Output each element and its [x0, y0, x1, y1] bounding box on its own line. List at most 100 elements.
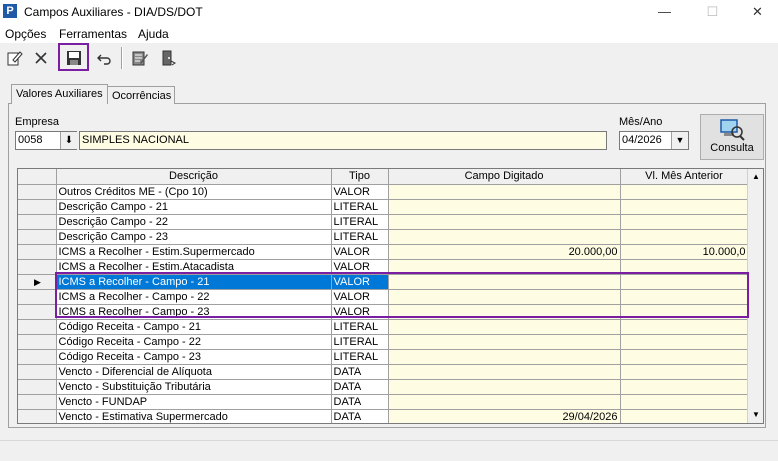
exit-icon[interactable]: [157, 47, 179, 69]
row-indicator: ▶: [18, 274, 57, 290]
cell-campo-digitado[interactable]: [388, 184, 621, 200]
tab-valores-auxiliares[interactable]: Valores Auxiliares: [11, 84, 108, 104]
table-row[interactable]: Vencto - Substituição Tributária DATA: [18, 379, 749, 395]
table-row[interactable]: Vencto - Estimativa Supermercado DATA 29/0…: [18, 409, 749, 423]
cell-campo-digitado[interactable]: 29/04/2026: [388, 409, 621, 423]
table-row[interactable]: Vencto - FUNDAP DATA: [18, 394, 749, 410]
cell-descricao[interactable]: Código Receita - Campo - 23: [56, 349, 332, 365]
cell-campo-digitado[interactable]: [388, 364, 621, 380]
computer-search-icon: [720, 119, 745, 141]
cell-tipo[interactable]: DATA: [331, 394, 389, 410]
table-row[interactable]: Código Receita - Campo - 23 LITERAL: [18, 349, 749, 365]
menu-ajuda[interactable]: Ajuda: [138, 27, 169, 41]
cell-tipo[interactable]: DATA: [331, 364, 389, 380]
cell-descricao[interactable]: Outros Créditos ME - (Cpo 10): [56, 184, 332, 200]
cell-descricao[interactable]: Vencto - FUNDAP: [56, 394, 332, 410]
cell-vl-mes-anterior[interactable]: [620, 229, 749, 245]
cell-tipo[interactable]: LITERAL: [331, 199, 389, 215]
menu-opcoes[interactable]: Opções: [5, 27, 46, 41]
cell-tipo[interactable]: LITERAL: [331, 229, 389, 245]
cell-tipo[interactable]: VALOR: [331, 184, 389, 200]
cell-campo-digitado[interactable]: [388, 229, 621, 245]
consulta-label: Consulta: [710, 142, 754, 154]
cell-vl-mes-anterior[interactable]: [620, 199, 749, 215]
cell-descricao[interactable]: Vencto - Substituição Tributária: [56, 379, 332, 395]
cell-vl-mes-anterior[interactable]: [620, 394, 749, 410]
cell-vl-mes-anterior[interactable]: [620, 319, 749, 335]
cell-tipo[interactable]: LITERAL: [331, 214, 389, 230]
report-icon[interactable]: [129, 47, 151, 69]
cell-vl-mes-anterior[interactable]: 10.000,0: [620, 244, 749, 260]
col-descricao[interactable]: Descrição: [56, 169, 332, 185]
row-indicator: [18, 394, 57, 410]
cell-tipo[interactable]: DATA: [331, 379, 389, 395]
cell-campo-digitado[interactable]: [388, 319, 621, 335]
cell-campo-digitado[interactable]: [388, 214, 621, 230]
table-row[interactable]: ICMS a Recolher - Estim.Supermercado VALO…: [18, 244, 749, 260]
cell-campo-digitado[interactable]: [388, 394, 621, 410]
cell-vl-mes-anterior[interactable]: [620, 334, 749, 350]
cell-descricao[interactable]: Código Receita - Campo - 22: [56, 334, 332, 350]
cell-descricao[interactable]: Vencto - Diferencial de Alíquota: [56, 364, 332, 380]
table-row[interactable]: Descrição Campo - 21 LITERAL: [18, 199, 749, 215]
empresa-name-value: SIMPLES NACIONAL: [82, 134, 189, 146]
cell-vl-mes-anterior[interactable]: [620, 409, 749, 423]
cell-descricao[interactable]: Descrição Campo - 23: [56, 229, 332, 245]
edit-icon[interactable]: [3, 47, 25, 69]
row-indicator: [18, 289, 57, 305]
menu-ferramentas[interactable]: Ferramentas: [59, 27, 127, 41]
col-campo-digitado[interactable]: Campo Digitado: [388, 169, 621, 185]
table-row[interactable]: Outros Créditos ME - (Cpo 10) VALOR: [18, 184, 749, 200]
selected-rows-highlight: [55, 272, 749, 318]
cell-campo-digitado[interactable]: [388, 349, 621, 365]
tab-ocorrencias[interactable]: Ocorrências: [108, 86, 175, 104]
table-row[interactable]: Código Receita - Campo - 21 LITERAL: [18, 319, 749, 335]
row-indicator: [18, 229, 57, 245]
cell-tipo[interactable]: VALOR: [331, 244, 389, 260]
app-icon: P: [3, 4, 17, 18]
mes-ano-value: 04/2026: [622, 134, 662, 146]
table-row[interactable]: Vencto - Diferencial de Alíquota DATA: [18, 364, 749, 380]
cell-tipo[interactable]: DATA: [331, 409, 389, 423]
mes-ano-label: Mês/Ano: [619, 116, 663, 128]
empresa-lookup-icon[interactable]: ⬇: [60, 132, 77, 149]
cell-vl-mes-anterior[interactable]: [620, 364, 749, 380]
cell-campo-digitado[interactable]: [388, 334, 621, 350]
cell-vl-mes-anterior[interactable]: [620, 214, 749, 230]
window-title: Campos Auxiliares - DIA/DS/DOT: [24, 5, 203, 19]
cell-vl-mes-anterior[interactable]: [620, 184, 749, 200]
cell-tipo[interactable]: LITERAL: [331, 319, 389, 335]
table-row[interactable]: Descrição Campo - 22 LITERAL: [18, 214, 749, 230]
empresa-name-field[interactable]: SIMPLES NACIONAL: [79, 131, 607, 150]
cell-descricao[interactable]: Código Receita - Campo - 21: [56, 319, 332, 335]
chevron-down-icon[interactable]: ▼: [671, 132, 688, 149]
table-row[interactable]: Descrição Campo - 23 LITERAL: [18, 229, 749, 245]
delete-icon[interactable]: [30, 47, 52, 69]
undo-icon[interactable]: [93, 47, 115, 69]
close-button[interactable]: ✕: [735, 0, 778, 24]
cell-vl-mes-anterior[interactable]: [620, 349, 749, 365]
cell-campo-digitado[interactable]: [388, 379, 621, 395]
minimize-button[interactable]: —: [642, 0, 687, 24]
scroll-up-icon[interactable]: ▲: [748, 169, 763, 185]
cell-descricao[interactable]: ICMS a Recolher - Estim.Supermercado: [56, 244, 332, 260]
cell-campo-digitado[interactable]: 20.000,00: [388, 244, 621, 260]
vertical-scrollbar[interactable]: ▲ ▼: [747, 169, 763, 423]
col-vl-mes-anterior[interactable]: Vl. Mês Anterior: [620, 169, 749, 185]
cell-vl-mes-anterior[interactable]: [620, 379, 749, 395]
consulta-button[interactable]: Consulta: [700, 114, 764, 160]
cell-descricao[interactable]: Descrição Campo - 22: [56, 214, 332, 230]
row-indicator: [18, 214, 57, 230]
cell-descricao[interactable]: Vencto - Estimativa Supermercado: [56, 409, 332, 423]
col-tipo[interactable]: Tipo: [331, 169, 389, 185]
cell-descricao[interactable]: Descrição Campo - 21: [56, 199, 332, 215]
cell-tipo[interactable]: LITERAL: [331, 334, 389, 350]
cell-campo-digitado[interactable]: [388, 199, 621, 215]
table-row[interactable]: Código Receita - Campo - 22 LITERAL: [18, 334, 749, 350]
cell-tipo[interactable]: LITERAL: [331, 349, 389, 365]
maximize-button[interactable]: ☐: [690, 0, 735, 24]
row-indicator-header: [18, 169, 57, 185]
scroll-down-icon[interactable]: ▼: [748, 407, 763, 423]
status-bar: [0, 440, 778, 461]
row-indicator: [18, 184, 57, 200]
